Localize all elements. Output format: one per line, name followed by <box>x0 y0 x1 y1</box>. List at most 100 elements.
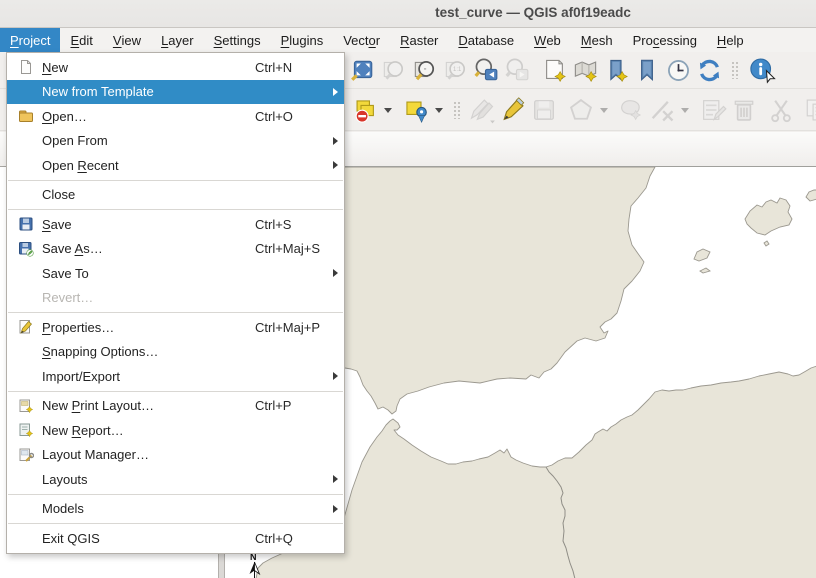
blank-icon <box>16 133 35 149</box>
menu-item-models[interactable]: Models <box>7 497 344 522</box>
blank-icon <box>16 530 35 546</box>
menubar-item-raster[interactable]: Raster <box>390 28 448 52</box>
add-annotation-icon <box>617 96 645 124</box>
menu-item-new-print-layout[interactable]: New Print Layout…Ctrl+P <box>7 394 344 419</box>
new-3d-map-view-icon <box>572 57 599 84</box>
menu-item-layouts[interactable]: Layouts <box>7 467 344 492</box>
menu-item-save-to[interactable]: Save To <box>7 261 344 286</box>
identify-features-button[interactable] <box>746 55 780 85</box>
save-layer-edits-icon <box>530 96 558 124</box>
window-title: test_curve — QGIS af0f19eadc <box>0 5 816 20</box>
select-by-value-dropdown-caret-icon[interactable] <box>435 108 443 113</box>
add-annotation-button[interactable] <box>617 95 645 125</box>
menu-item-open-from[interactable]: Open From <box>7 129 344 154</box>
menu-item-label: Models <box>42 501 84 516</box>
vertex-tool-button[interactable] <box>648 95 676 125</box>
zoom-last-button[interactable] <box>472 55 500 85</box>
menubar-item-settings[interactable]: Settings <box>204 28 271 52</box>
new-3d-map-view-button[interactable] <box>571 55 599 85</box>
show-spatial-bookmarks-button[interactable] <box>633 55 661 85</box>
menu-separator <box>8 391 343 392</box>
delete-selected-button[interactable] <box>730 95 758 125</box>
temporal-controller-button[interactable] <box>664 55 692 85</box>
zoom-next-button[interactable] <box>503 55 531 85</box>
menubar-item-database[interactable]: Database <box>448 28 524 52</box>
menu-item-close[interactable]: Close <box>7 183 344 208</box>
menubar-item-vector[interactable]: Vector <box>333 28 390 52</box>
zoom-full-button[interactable] <box>348 55 376 85</box>
copy-features-button[interactable] <box>802 95 816 125</box>
menubar-item-help[interactable]: Help <box>707 28 754 52</box>
menu-item-shortcut: Ctrl+S <box>255 217 291 232</box>
menu-item-save-as[interactable]: Save As…Ctrl+Maj+S <box>7 237 344 262</box>
save-layer-edits-button[interactable] <box>530 95 558 125</box>
show-spatial-bookmarks-icon <box>634 57 660 83</box>
refresh-icon <box>696 57 723 84</box>
toggle-editing-icon <box>499 96 527 124</box>
select-features-by-value-button[interactable] <box>402 95 430 125</box>
submenu-arrow-icon <box>333 475 338 483</box>
menu-item-label: Import/Export <box>42 369 120 384</box>
menu-item-layout-manager[interactable]: Layout Manager… <box>7 443 344 468</box>
zoom-native-button[interactable]: 1:1 <box>441 55 469 85</box>
blank-icon <box>16 265 35 281</box>
vertex-tool-dropdown-caret-icon[interactable] <box>681 108 689 113</box>
toggle-editing-button[interactable] <box>499 95 527 125</box>
menu-item-label: Layouts <box>42 472 88 487</box>
add-polygon-feature-button[interactable] <box>567 95 595 125</box>
menu-separator <box>8 494 343 495</box>
menu-item-label: Exit QGIS <box>42 531 100 546</box>
menubar-item-project[interactable]: Project <box>0 28 60 52</box>
menu-item-label: Open From <box>42 133 108 148</box>
menu-item-new[interactable]: New Ctrl+N <box>7 55 344 80</box>
modify-attributes-button[interactable] <box>699 95 727 125</box>
menu-item-shortcut: Ctrl+Maj+P <box>255 320 320 335</box>
zoom-to-selection-button[interactable] <box>379 55 407 85</box>
menu-item-revert: Revert… <box>7 286 344 311</box>
menu-item-new-from-template[interactable]: New from Template <box>7 80 344 105</box>
deselect-dropdown-caret-icon[interactable] <box>384 108 392 113</box>
menubar-item-processing[interactable]: Processing <box>623 28 707 52</box>
map-island-formentera <box>700 268 710 273</box>
menubar-item-mesh[interactable]: Mesh <box>571 28 623 52</box>
blank-icon <box>16 501 35 517</box>
new-spatial-bookmark-button[interactable] <box>602 55 630 85</box>
menubar-item-layer[interactable]: Layer <box>151 28 204 52</box>
zoom-last-icon <box>473 57 499 83</box>
menu-bar: ProjectEditViewLayerSettingsPluginsVecto… <box>0 28 816 52</box>
menu-item-label: New Report… <box>42 423 124 438</box>
menubar-item-web[interactable]: Web <box>524 28 571 52</box>
menubar-item-edit[interactable]: Edit <box>60 28 102 52</box>
menubar-item-plugins[interactable]: Plugins <box>271 28 334 52</box>
menu-item-label: New <box>42 60 68 75</box>
menu-item-exit-qgis[interactable]: Exit QGIS Ctrl+Q <box>7 526 344 551</box>
menu-item-shortcut: Ctrl+P <box>255 398 291 413</box>
new-spatial-bookmark-icon <box>603 57 630 84</box>
current-edits-button[interactable] <box>468 95 496 125</box>
save-icon <box>16 216 35 232</box>
menu-item-snapping-options[interactable]: Snapping Options… <box>7 340 344 365</box>
menu-item-label: New from Template <box>42 84 154 99</box>
menu-item-label: Save To <box>42 266 89 281</box>
menu-item-shortcut: Ctrl+N <box>255 60 292 75</box>
menu-item-shortcut: Ctrl+Q <box>255 531 293 546</box>
add-feature-dropdown-caret-icon[interactable] <box>600 108 608 113</box>
modify-attributes-icon <box>699 96 727 124</box>
zoom-to-layer-button[interactable] <box>410 55 438 85</box>
menu-item-new-report[interactable]: New Report… <box>7 418 344 443</box>
menu-item-label: Save As… <box>42 241 103 256</box>
menu-item-import-export[interactable]: Import/Export <box>7 364 344 389</box>
new-map-view-button[interactable] <box>540 55 568 85</box>
menubar-item-view[interactable]: View <box>103 28 151 52</box>
menu-item-label: Revert… <box>42 290 93 305</box>
menu-item-properties[interactable]: Properties…Ctrl+Maj+P <box>7 315 344 340</box>
refresh-button[interactable] <box>695 55 723 85</box>
blank-icon <box>16 157 35 173</box>
menu-item-open[interactable]: Open…Ctrl+O <box>7 104 344 129</box>
deselect-features-button[interactable] <box>351 95 379 125</box>
menu-item-save[interactable]: SaveCtrl+S <box>7 212 344 237</box>
menu-item-open-recent[interactable]: Open Recent <box>7 153 344 178</box>
zoom-native-icon: 1:1 <box>442 57 468 83</box>
cut-features-button[interactable] <box>767 95 795 125</box>
new-map-view-icon <box>541 57 568 84</box>
